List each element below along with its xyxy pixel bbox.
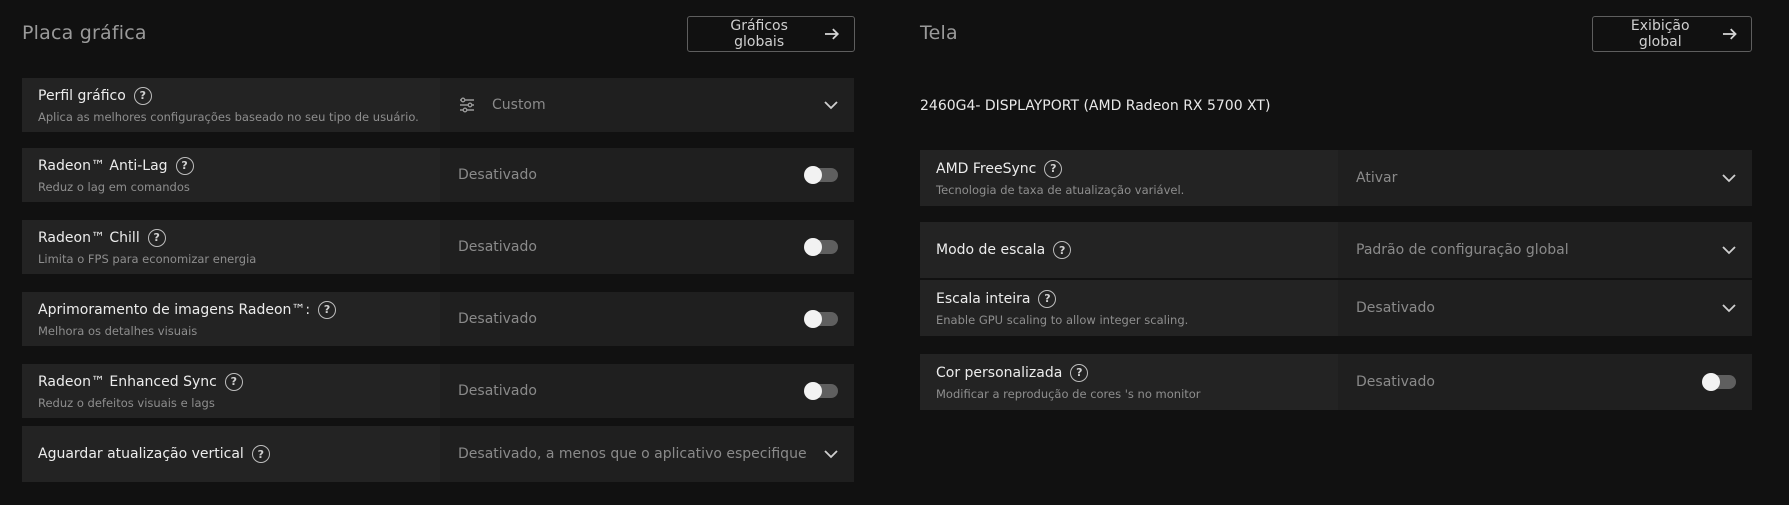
global-graphics-button-label: Gráficos globais [730,18,788,50]
custom-color-desc: Modificar a reprodução de cores 's no mo… [936,386,1201,401]
anti-lag-row: Radeon™ Anti-Lag ? Reduz o lag em comand… [22,148,854,202]
enhanced-sync-desc: Reduz o defeitos visuais e lags [38,395,215,410]
chill-row: Radeon™ Chill ? Limita o FPS para econom… [22,220,854,274]
global-display-button[interactable]: Exibição global [1592,16,1752,52]
display-device-name: 2460G4- DISPLAYPORT (AMD Radeon RX 5700 … [920,98,1271,114]
help-icon[interactable]: ? [1053,241,1072,259]
image-sharpening-desc: Melhora os detalhes visuais [38,323,198,338]
integer-scaling-label: Escala inteira [936,290,1031,307]
chevron-down-icon [824,101,838,110]
arrow-right-icon [1722,28,1737,40]
vsync-value: Desativado, a menos que o aplicativo esp… [458,446,807,462]
help-icon[interactable]: ? [1070,363,1089,382]
graphics-profile-desc: Aplica as melhores configurações baseado… [38,109,419,124]
anti-lag-toggle[interactable] [804,166,838,184]
enhanced-sync-value: Desativado [458,383,537,399]
integer-scaling-value: Desativado [1356,300,1435,316]
enhanced-sync-label: Radeon™ Enhanced Sync [38,373,217,390]
help-icon[interactable]: ? [224,372,243,391]
custom-color-value: Desativado [1356,374,1435,390]
anti-lag-value: Desativado [458,167,537,183]
arrow-right-icon [825,28,840,40]
integer-scaling-desc: Enable GPU scaling to allow integer scal… [936,312,1189,327]
vsync-row: Aguardar atualização vertical ? Desativa… [22,426,854,482]
help-icon[interactable]: ? [1044,159,1063,178]
graphics-profile-dropdown[interactable]: Custom [440,78,854,132]
anti-lag-desc: Reduz o lag em comandos [38,179,190,194]
custom-color-row: Cor personalizada ? Modificar a reproduç… [920,354,1752,410]
graphics-profile-label: Perfil gráfico [38,87,126,104]
display-section-title: Tela [920,22,958,44]
graphics-profile-value: Custom [492,97,546,113]
chevron-down-icon [1722,304,1736,313]
global-graphics-button[interactable]: Gráficos globais [687,16,855,52]
help-icon[interactable]: ? [318,300,337,319]
help-icon[interactable]: ? [251,445,270,463]
help-icon[interactable]: ? [1038,289,1057,308]
enhanced-sync-toggle[interactable] [804,382,838,400]
scaling-mode-value: Padrão de configuração global [1356,242,1569,258]
image-sharpening-row: Aprimoramento de imagens Radeon™: ? Melh… [22,292,854,346]
chevron-down-icon [1722,174,1736,183]
integer-scaling-row: Escala inteira ? Enable GPU scaling to a… [920,280,1752,336]
freesync-label: AMD FreeSync [936,160,1037,177]
help-icon[interactable]: ? [175,156,194,175]
chevron-down-icon [824,450,838,459]
freesync-dropdown[interactable]: Ativar [1338,150,1752,206]
scaling-mode-label: Modo de escala [936,242,1046,258]
image-sharpening-toggle[interactable] [804,310,838,328]
chill-toggle[interactable] [804,238,838,256]
image-sharpening-label: Aprimoramento de imagens Radeon™: [38,301,311,318]
enhanced-sync-row: Radeon™ Enhanced Sync ? Reduz o defeitos… [22,364,854,418]
anti-lag-label: Radeon™ Anti-Lag [38,157,168,174]
help-icon[interactable]: ? [133,86,152,105]
vsync-dropdown[interactable]: Desativado, a menos que o aplicativo esp… [440,426,854,482]
freesync-row: AMD FreeSync ? Tecnologia de taxa de atu… [920,150,1752,206]
integer-scaling-dropdown[interactable]: Desativado [1338,280,1752,336]
freesync-value: Ativar [1356,170,1398,186]
chill-label: Radeon™ Chill [38,229,140,246]
help-icon[interactable]: ? [147,228,166,247]
chill-value: Desativado [458,239,537,255]
global-display-button-label: Exibição global [1630,18,1690,50]
image-sharpening-value: Desativado [458,311,537,327]
scaling-mode-dropdown[interactable]: Padrão de configuração global [1338,222,1752,278]
graphics-profile-row: Perfil gráfico ? Aplica as melhores conf… [22,78,854,132]
vsync-label: Aguardar atualização vertical [38,446,244,462]
scaling-mode-row: Modo de escala ? Padrão de configuração … [920,222,1752,278]
custom-color-label: Cor personalizada [936,364,1063,381]
chill-desc: Limita o FPS para economizar energia [38,251,257,266]
freesync-desc: Tecnologia de taxa de atualização variáv… [936,182,1185,197]
graphics-section-title: Placa gráfica [22,22,147,44]
sliders-icon [460,97,474,113]
chevron-down-icon [1722,246,1736,255]
custom-color-toggle[interactable] [1702,373,1736,391]
